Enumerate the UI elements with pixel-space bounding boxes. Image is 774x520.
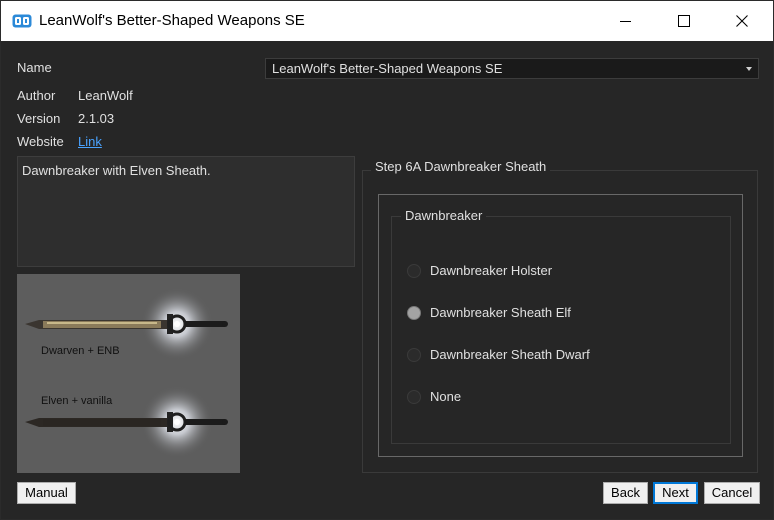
group-title: Dawnbreaker	[401, 208, 487, 223]
option-label: Dawnbreaker Holster	[430, 263, 553, 278]
name-select[interactable]: LeanWolf's Better-Shaped Weapons SE	[265, 58, 759, 79]
author-label: Author	[17, 88, 56, 103]
author-value: LeanWolf	[78, 88, 133, 103]
option-dawnbreaker-sheath-dwarf[interactable]: Dawnbreaker Sheath Dwarf	[407, 346, 657, 364]
close-button[interactable]	[719, 1, 765, 41]
radio-button-selected[interactable]	[407, 306, 421, 320]
option-none[interactable]: None	[407, 388, 657, 406]
version-label: Version	[17, 111, 61, 126]
option-label: Dawnbreaker Sheath Elf	[430, 305, 571, 320]
option-label: Dawnbreaker Sheath Dwarf	[430, 347, 590, 362]
preview-image: Dwarven + ENB Elven + vanilla	[17, 274, 240, 473]
radio-button[interactable]	[407, 390, 421, 404]
description-box: Dawnbreaker with Elven Sheath.	[17, 156, 355, 267]
radio-button[interactable]	[407, 348, 421, 362]
minimize-button[interactable]	[603, 1, 649, 41]
description-text: Dawnbreaker with Elven Sheath.	[22, 163, 211, 178]
title-bar: LeanWolf's Better-Shaped Weapons SE	[1, 1, 773, 41]
window-title: LeanWolf's Better-Shaped Weapons SE	[39, 12, 305, 29]
maximize-button[interactable]	[661, 1, 707, 41]
cancel-button[interactable]: Cancel	[704, 482, 760, 504]
sword-preview-illustration: Dwarven + ENB Elven + vanilla	[25, 288, 228, 458]
website-label: Website	[17, 134, 64, 149]
maximize-icon	[678, 15, 690, 27]
manual-button[interactable]: Manual	[17, 482, 76, 504]
options-group	[391, 216, 731, 444]
close-icon	[736, 15, 748, 27]
next-button[interactable]: Next	[653, 482, 698, 504]
name-select-value: LeanWolf's Better-Shaped Weapons SE	[272, 61, 503, 76]
preview-caption-bottom: Elven + vanilla	[41, 395, 113, 407]
chevron-down-icon	[746, 67, 752, 71]
preview-caption-top: Dwarven + ENB	[41, 345, 120, 357]
option-label: None	[430, 389, 462, 404]
app-logo-icon	[12, 14, 32, 28]
option-dawnbreaker-sheath-elf[interactable]: Dawnbreaker Sheath Elf	[407, 304, 657, 322]
name-label: Name	[17, 60, 52, 75]
option-dawnbreaker-holster[interactable]: Dawnbreaker Holster	[407, 262, 657, 280]
minimize-icon	[620, 21, 631, 22]
back-button[interactable]: Back	[603, 482, 648, 504]
website-link[interactable]: Link	[78, 134, 102, 149]
version-value: 2.1.03	[78, 111, 115, 126]
radio-button[interactable]	[407, 264, 421, 278]
step-title: Step 6A Dawnbreaker Sheath	[371, 159, 551, 174]
installer-window: LeanWolf's Better-Shaped Weapons SE Name…	[0, 0, 774, 520]
